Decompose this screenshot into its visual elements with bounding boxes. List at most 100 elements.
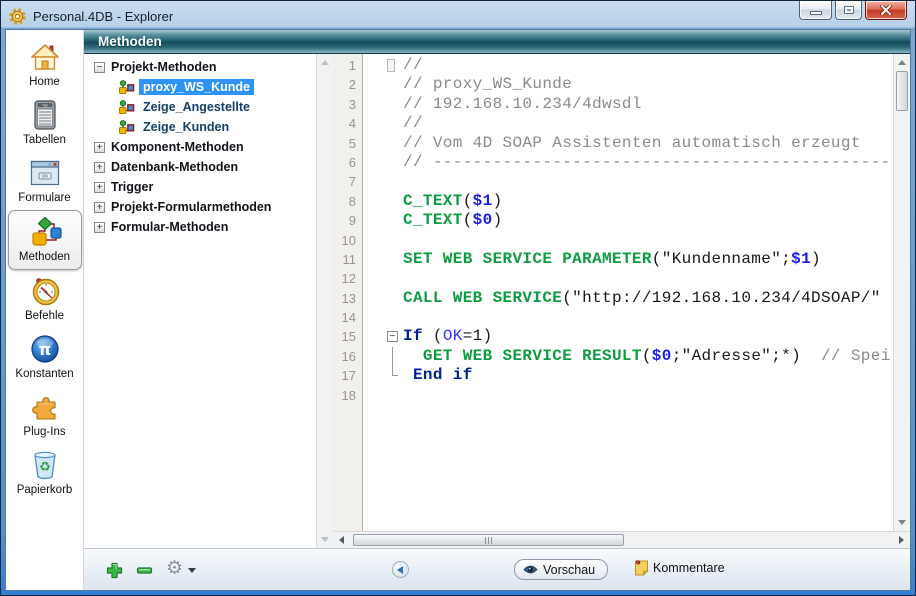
tree-group-row[interactable]: +Datenbank-Methoden bbox=[84, 157, 316, 177]
sidebar-item-tabellen[interactable]: Tab Tabellen bbox=[8, 94, 82, 152]
delete-method-button[interactable] bbox=[136, 562, 153, 579]
explorer-window: Personal.4DB - Explorer bbox=[0, 0, 916, 596]
code-line[interactable]: // proxy_WS_Kunde bbox=[363, 75, 893, 94]
expand-box-icon[interactable]: + bbox=[94, 182, 105, 193]
sidebar-item-konstanten[interactable]: π Konstanten bbox=[8, 328, 82, 386]
tree-scrollbar[interactable] bbox=[316, 54, 333, 548]
collapse-panel-button[interactable] bbox=[392, 561, 409, 578]
options-gear-button[interactable]: ⚙ bbox=[166, 557, 183, 580]
tree-group-label: Projekt-Formularmethoden bbox=[111, 200, 271, 214]
expand-box-icon[interactable]: + bbox=[94, 222, 105, 233]
line-number: 13 bbox=[333, 289, 362, 308]
tree-method-item[interactable]: proxy_WS_Kunde bbox=[84, 77, 316, 97]
tree-method-item[interactable]: Zeige_Angestellte bbox=[84, 97, 316, 117]
main-panel: Methoden −Projekt-Methodenproxy_WS_Kunde… bbox=[84, 30, 910, 590]
eye-icon bbox=[523, 564, 538, 575]
add-method-button[interactable] bbox=[106, 562, 123, 579]
tree-group-row[interactable]: + Komponent-Methoden bbox=[84, 137, 316, 157]
code-token-plain: ;"Adresse";*) bbox=[672, 347, 801, 365]
expand-box-icon[interactable]: + bbox=[94, 142, 105, 153]
line-number: 3 bbox=[333, 95, 362, 114]
code-line[interactable] bbox=[363, 269, 893, 288]
panel-header: Methoden bbox=[84, 30, 910, 54]
scroll-right-icon[interactable] bbox=[899, 536, 904, 544]
tree-group-row[interactable]: −Projekt-Methoden bbox=[84, 57, 316, 77]
title-bar[interactable]: Personal.4DB - Explorer bbox=[5, 4, 911, 29]
editor-horizontal-scrollbar[interactable] bbox=[333, 531, 910, 548]
code-token-plain bbox=[403, 347, 423, 365]
code-line[interactable]: // 192.168.10.234/4dwsdl bbox=[363, 95, 893, 114]
code-line[interactable]: C_TEXT($0) bbox=[363, 211, 893, 230]
minimize-icon bbox=[810, 11, 822, 15]
fold-bracket bbox=[392, 347, 393, 366]
code-line[interactable]: // Vom 4D SOAP Assistenten automatisch e… bbox=[363, 134, 893, 153]
scroll-left-icon[interactable] bbox=[339, 536, 344, 544]
code-line[interactable] bbox=[363, 172, 893, 191]
line-number: 2 bbox=[333, 75, 362, 94]
code-line[interactable]: CALL WEB SERVICE("http://192.168.10.234/… bbox=[363, 289, 893, 308]
expand-box-icon[interactable]: + bbox=[94, 202, 105, 213]
text-caret-marker bbox=[387, 59, 395, 72]
minimize-button[interactable] bbox=[799, 1, 832, 20]
code-token-comment: // bbox=[403, 114, 423, 132]
code-token-keyword: If bbox=[403, 327, 423, 345]
code-token-plain: ) bbox=[811, 250, 821, 268]
sidebar-label: Methoden bbox=[19, 251, 70, 263]
tree-group-row[interactable]: +Formular-Methoden bbox=[84, 217, 316, 237]
scrollbar-thumb[interactable] bbox=[353, 534, 624, 546]
sidebar-item-methoden[interactable]: Methoden bbox=[8, 210, 82, 270]
sidebar-item-befehle[interactable]: Befehle bbox=[8, 270, 82, 328]
code-token-plain: =1) bbox=[463, 327, 493, 345]
sidebar-item-home[interactable]: Home bbox=[8, 36, 82, 94]
line-number: 17 bbox=[333, 366, 362, 385]
tree-group-row[interactable]: +Trigger bbox=[84, 177, 316, 197]
scroll-up-icon[interactable] bbox=[321, 60, 329, 65]
editor-vertical-scrollbar[interactable] bbox=[893, 54, 910, 531]
code-token-command: GET WEB SERVICE RESULT bbox=[423, 347, 642, 365]
maximize-icon bbox=[844, 6, 854, 14]
code-token-variable: $1 bbox=[473, 192, 493, 210]
fold-collapse-icon[interactable]: − bbox=[387, 331, 398, 342]
category-sidebar: Home Tab Tabell bbox=[6, 30, 84, 590]
code-line[interactable]: End if bbox=[363, 366, 893, 385]
line-number: 5 bbox=[333, 134, 362, 153]
expand-box-icon[interactable]: + bbox=[94, 162, 105, 173]
code-line[interactable] bbox=[363, 308, 893, 327]
code-token-plain: ("http://192.168.10.234/4DSOAP/" bbox=[562, 289, 880, 307]
tree-group-label: Komponent-Methoden bbox=[111, 140, 244, 154]
sidebar-item-plugins[interactable]: Plug-Ins bbox=[8, 386, 82, 444]
code-line[interactable] bbox=[363, 386, 893, 405]
sidebar-label: Papierkorb bbox=[17, 484, 73, 496]
line-number: 12 bbox=[333, 269, 362, 288]
line-number-gutter: 123456789101112131415161718 bbox=[333, 54, 363, 531]
scrollbar-thumb[interactable] bbox=[896, 71, 908, 111]
code-line[interactable]: // bbox=[363, 56, 893, 75]
window-content: Home Tab Tabell bbox=[5, 29, 911, 591]
preview-button[interactable]: Vorschau bbox=[514, 559, 608, 580]
tree-method-item[interactable]: Zeige_Kunden bbox=[84, 117, 316, 137]
scroll-down-icon[interactable] bbox=[898, 520, 906, 525]
code-line[interactable]: // -------------------------------------… bbox=[363, 153, 893, 172]
sidebar-label: Tabellen bbox=[23, 134, 66, 146]
code-pane[interactable]: //// proxy_WS_Kunde// 192.168.10.234/4dw… bbox=[363, 54, 893, 531]
sidebar-label: Formulare bbox=[18, 192, 70, 204]
scroll-up-icon[interactable] bbox=[898, 60, 906, 65]
code-line[interactable] bbox=[363, 231, 893, 250]
maximize-button[interactable] bbox=[835, 1, 862, 20]
code-line[interactable]: SET WEB SERVICE PARAMETER("Kundenname";$… bbox=[363, 250, 893, 269]
code-line[interactable]: // bbox=[363, 114, 893, 133]
sidebar-item-papierkorb[interactable]: ♻ Papierkorb bbox=[8, 444, 82, 502]
tree-group-row[interactable]: + Projekt-Formularmethoden bbox=[84, 197, 316, 217]
sidebar-label: Plug-Ins bbox=[23, 426, 65, 438]
comments-toggle[interactable]: Kommentare bbox=[634, 559, 725, 576]
close-button[interactable] bbox=[865, 1, 907, 20]
scroll-down-icon[interactable] bbox=[321, 537, 329, 542]
code-line[interactable]: −If (OK=1) bbox=[363, 327, 893, 346]
code-line[interactable]: GET WEB SERVICE RESULT($0;"Adresse";*) /… bbox=[363, 347, 893, 366]
code-line[interactable]: C_TEXT($1) bbox=[363, 192, 893, 211]
sidebar-item-formulare[interactable]: OK Formulare bbox=[8, 152, 82, 210]
gear-dropdown-icon[interactable] bbox=[188, 568, 196, 573]
line-number: 15 bbox=[333, 327, 362, 346]
collapse-box-icon[interactable]: − bbox=[94, 62, 105, 73]
code-token-command: C_TEXT bbox=[403, 211, 463, 229]
